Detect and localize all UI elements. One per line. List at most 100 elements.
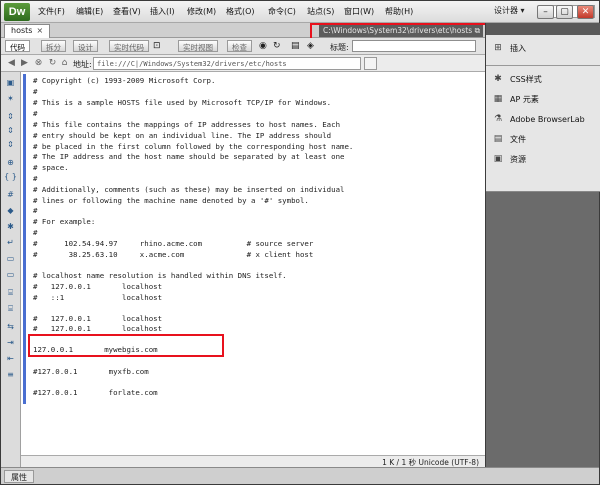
code-line: # 127.0.0.1 localhost	[33, 314, 163, 323]
code-line: # This file contains the mappings of IP …	[33, 120, 341, 129]
right-panel-dock: ⊞ 插入 ✱ CSS样式 ▦ AP 元素 ⚗ Adobe BrowserLab ▤ 文件 …	[485, 23, 600, 467]
code-line: #	[33, 206, 38, 215]
balance-braces-icon[interactable]: { }	[4, 172, 17, 182]
menu-site[interactable]: 站点(S)	[307, 6, 334, 17]
dreamweaver-logo: Dw	[4, 3, 30, 21]
panel-insert-label: 插入	[510, 44, 526, 53]
minimize-button[interactable]: –	[537, 5, 554, 19]
insert-icon: ⊞	[494, 43, 502, 53]
panel-css-styles[interactable]: ✱ CSS样式	[492, 74, 542, 90]
menu-bar: Dw 文件(F) 编辑(E) 查看(V) 插入(I) 修改(M) 格式(O) 命…	[1, 1, 599, 23]
code-line: # For example:	[33, 217, 96, 226]
browserlab-icon: ⚗	[493, 114, 503, 124]
tab-hosts[interactable]: hosts ×	[4, 24, 51, 38]
code-line: # be placed in the first column followed…	[33, 142, 354, 151]
address-input[interactable]: file:///C|/Windows/System32/drivers/etc/…	[93, 57, 361, 70]
design-view-button[interactable]: 设计	[73, 40, 98, 52]
inspect-button[interactable]: 检查	[227, 40, 252, 52]
menu-edit[interactable]: 编辑(E)	[76, 6, 103, 17]
close-tab-icon[interactable]: ×	[36, 26, 43, 35]
close-button[interactable]: ✕	[577, 5, 594, 19]
remove-comment-icon[interactable]: ▭	[4, 270, 17, 280]
refresh-icon[interactable]: ↻	[273, 41, 281, 51]
menu-help[interactable]: 帮助(H)	[385, 6, 413, 17]
insert-panel-group: ⊞ 插入	[486, 23, 600, 66]
status-bar: 1 K / 1 秒 Unicode (UTF-8)	[21, 455, 485, 467]
panel-files[interactable]: ▤ 文件	[492, 134, 526, 150]
apply-comment-icon[interactable]: ▭	[4, 254, 17, 264]
address-options-button[interactable]	[364, 57, 377, 70]
visual-aids-icon[interactable]: ◈	[307, 41, 314, 51]
panel-group-header[interactable]	[486, 23, 600, 35]
properties-panel-bar: 属性	[1, 467, 599, 484]
menu-format[interactable]: 格式(O)	[226, 6, 255, 17]
wrap-tag-icon[interactable]: ⌸	[4, 288, 17, 298]
code-line: #127.0.0.1 forlate.com	[33, 388, 158, 397]
code-line: #	[33, 174, 38, 183]
code-view-button[interactable]: 代码	[5, 40, 30, 52]
line-annotation-box	[28, 334, 224, 357]
title-label: 标题:	[330, 43, 349, 52]
document-toolbar: 代码 拆分 设计 实时代码 ⊡ 实时视图 检查 ◉ ↻ ▤ ◈ 标题:	[1, 38, 485, 55]
line-numbers-icon[interactable]: #	[4, 190, 17, 200]
refresh-icon[interactable]: ↻	[47, 58, 58, 69]
outdent-icon[interactable]: ⇤	[4, 354, 17, 364]
code-line: # space.	[33, 163, 69, 172]
collapse-tag-icon[interactable]: ⇕	[4, 112, 17, 122]
panel-item-label: Adobe BrowserLab	[510, 115, 585, 124]
recent-snippets-icon[interactable]: ⌸	[4, 304, 17, 314]
panel-browserlab[interactable]: ⚗ Adobe BrowserLab	[492, 114, 585, 130]
view-options-icon[interactable]: ▤	[291, 41, 300, 51]
dreamweaver-window: Dw 文件(F) 编辑(E) 查看(V) 插入(I) 修改(M) 格式(O) 命…	[0, 0, 600, 485]
open-documents-icon[interactable]: ▣	[4, 78, 17, 88]
globe-icon[interactable]: ◉	[259, 41, 267, 51]
code-editor[interactable]: # Copyright (c) 1993-2009 Microsoft Corp…	[29, 72, 485, 455]
panel-insert[interactable]: ⊞ 插入	[492, 43, 526, 59]
forward-icon[interactable]: ▶	[19, 58, 30, 69]
menu-insert[interactable]: 插入(I)	[150, 6, 175, 17]
code-line: # lines or following the machine name de…	[33, 196, 309, 205]
maximize-button[interactable]: ▢	[556, 5, 573, 19]
menu-commands[interactable]: 命令(C)	[268, 6, 296, 17]
panel-assets[interactable]: ▣ 资源	[492, 154, 526, 170]
panel-item-label: 资源	[510, 155, 526, 164]
live-view-button[interactable]: 实时视图	[178, 40, 218, 52]
title-input[interactable]	[352, 40, 476, 52]
indent-icon[interactable]: ⇥	[4, 338, 17, 348]
code-line: # Additionally, comments (such as these)…	[33, 185, 345, 194]
panel-item-label: CSS样式	[510, 75, 542, 84]
syntax-error-icon[interactable]: ✱	[4, 222, 17, 232]
workspace-switcher[interactable]: 设计器 ▾	[494, 5, 525, 16]
show-code-navigator-icon[interactable]: ✶	[4, 94, 17, 104]
address-label: 地址:	[73, 60, 92, 69]
select-parent-tag-icon[interactable]: ⊕	[4, 158, 17, 168]
home-icon[interactable]: ⌂	[59, 58, 70, 69]
stop-icon[interactable]: ⊗	[33, 58, 44, 69]
menu-window[interactable]: 窗口(W)	[344, 6, 374, 17]
tab-properties[interactable]: 属性	[4, 470, 34, 483]
code-line: # 127.0.0.1 localhost	[33, 324, 163, 333]
code-line: # entry should be kept on an individual …	[33, 131, 332, 140]
tab-label: hosts	[11, 26, 33, 35]
format-source-icon[interactable]: ≡	[4, 370, 17, 380]
back-icon[interactable]: ◀	[6, 58, 17, 69]
split-view-button[interactable]: 拆分	[41, 40, 66, 52]
code-line: # Copyright (c) 1993-2009 Microsoft Corp…	[33, 76, 216, 85]
panel-ap-elements[interactable]: ▦ AP 元素	[492, 94, 539, 110]
code-line: # The IP address and the host name shoul…	[33, 152, 345, 161]
word-wrap-icon[interactable]: ↵	[4, 238, 17, 248]
move-css-icon[interactable]: ⇆	[4, 322, 17, 332]
menu-modify[interactable]: 修改(M)	[187, 6, 216, 17]
menu-file[interactable]: 文件(F)	[38, 6, 65, 17]
code-line: # 127.0.0.1 localhost	[33, 282, 163, 291]
line-marker-column	[21, 72, 29, 467]
code-line: #	[33, 228, 38, 237]
panel-list: ✱ CSS样式 ▦ AP 元素 ⚗ Adobe BrowserLab ▤ 文件 ▣ 资源	[486, 66, 600, 192]
highlight-invalid-icon[interactable]: ◆	[4, 206, 17, 216]
menu-view[interactable]: 查看(V)	[113, 6, 141, 17]
expand-all-icon[interactable]: ⇕	[4, 140, 17, 150]
collapse-selection-icon[interactable]: ⇕	[4, 126, 17, 136]
live-code-button[interactable]: 实时代码	[109, 40, 149, 52]
inspect-icon[interactable]: ⊡	[153, 41, 161, 51]
ap-elements-icon: ▦	[493, 94, 503, 104]
